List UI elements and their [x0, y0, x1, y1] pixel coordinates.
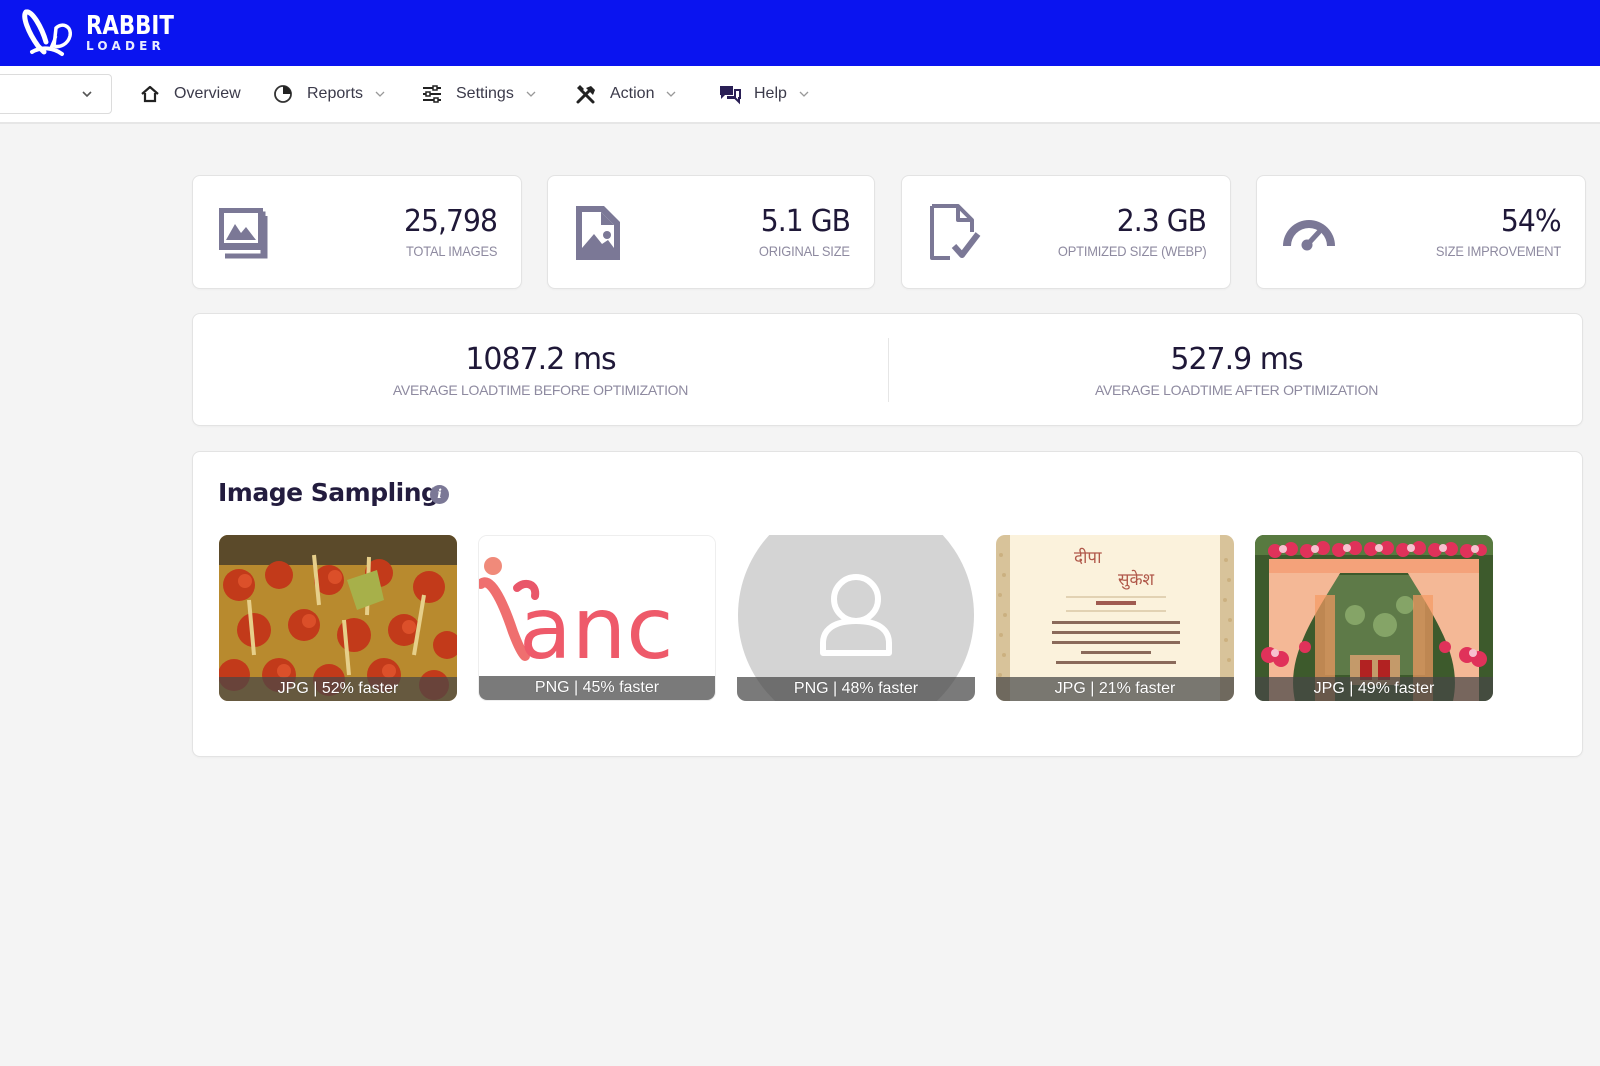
rabbit-loader-logo[interactable]: RABBIT LOADER	[20, 6, 193, 58]
top-brand-bar: RABBIT LOADER	[0, 0, 1600, 66]
nav-settings-label: Settings	[456, 85, 514, 102]
site-select-dropdown[interactable]	[0, 74, 112, 114]
loadtime-before-label: AVERAGE LOADTIME BEFORE OPTIMIZATION	[392, 382, 689, 398]
svg-text:anc: anc	[519, 579, 674, 679]
sample-image-3[interactable]: PNG | 48% faster	[737, 535, 975, 701]
loadtime-after: 527.9 ms AVERAGE LOADTIME AFTER OPTIMIZA…	[889, 314, 1584, 427]
invitation-name-1: दीपा	[1074, 547, 1102, 568]
sample-image-5[interactable]: JPG | 49% faster	[1255, 535, 1493, 701]
chevron-down-icon	[666, 90, 676, 98]
nav-overview[interactable]: Overview	[138, 80, 241, 108]
file-check-icon	[924, 202, 984, 262]
nav-action[interactable]: Action	[574, 80, 676, 108]
sliders-icon	[420, 82, 444, 106]
image-caption: JPG | 21% faster	[996, 677, 1234, 701]
image-file-icon	[570, 202, 630, 262]
nav-reports-label: Reports	[307, 85, 364, 102]
logo-text-loader: LOADER	[86, 38, 165, 53]
chevron-down-icon	[799, 90, 809, 98]
invitation-name-2: सुकेश	[1118, 569, 1155, 590]
gauge-icon	[1279, 202, 1339, 262]
rabbit-ears-icon	[22, 9, 72, 56]
chat-icon	[718, 82, 742, 106]
stat-card-original-size: 5.1 GB ORIGINAL SIZE	[547, 175, 875, 289]
nav-overview-label: Overview	[174, 85, 241, 102]
image-caption: PNG | 45% faster	[479, 676, 715, 700]
main-nav: Overview Reports Settings Action Help	[0, 66, 1600, 124]
image-sampling-card: Image Sampling i JPG | 52% faster anc PN…	[192, 451, 1583, 757]
stat-label: SIZE IMPROVEMENT	[1435, 243, 1561, 259]
sample-image-2[interactable]: anc PNG | 45% faster	[478, 535, 716, 701]
nav-help[interactable]: Help	[718, 80, 809, 108]
images-icon	[215, 202, 275, 262]
loadtime-before-value: 1087.2 ms	[465, 342, 616, 377]
stat-label: OPTIMIZED SIZE (WEBP)	[1057, 243, 1206, 259]
section-title: Image Sampling	[218, 478, 439, 507]
nav-settings[interactable]: Settings	[420, 80, 536, 108]
sample-image-1[interactable]: JPG | 52% faster	[219, 535, 457, 701]
stat-value: 25,798	[403, 204, 498, 239]
pie-chart-icon	[271, 82, 295, 106]
chevron-down-icon	[526, 90, 536, 98]
loadtime-card: 1087.2 ms AVERAGE LOADTIME BEFORE OPTIMI…	[192, 313, 1583, 426]
logo-text-rabbit: RABBIT	[86, 10, 174, 41]
sample-image-4[interactable]: दीपा सुकेश JPG | 21% faster	[996, 535, 1234, 701]
stat-card-total-images: 25,798 TOTAL IMAGES	[192, 175, 522, 289]
stat-label: ORIGINAL SIZE	[759, 243, 850, 259]
image-caption: JPG | 49% faster	[1255, 677, 1493, 701]
nav-help-label: Help	[754, 85, 787, 102]
nav-action-label: Action	[610, 85, 655, 102]
nav-reports[interactable]: Reports	[271, 80, 385, 108]
chevron-down-icon	[81, 87, 93, 105]
tools-icon	[574, 82, 598, 106]
home-icon	[138, 82, 162, 106]
stat-value: 5.1 GB	[760, 204, 851, 239]
loadtime-after-value: 527.9 ms	[1170, 342, 1303, 377]
info-icon[interactable]: i	[430, 485, 449, 504]
stat-value: 2.3 GB	[1116, 204, 1207, 239]
stat-card-optimized-size: 2.3 GB OPTIMIZED SIZE (WEBP)	[901, 175, 1231, 289]
image-caption: JPG | 52% faster	[219, 677, 457, 701]
stat-label: TOTAL IMAGES	[405, 243, 498, 259]
image-caption: PNG | 48% faster	[737, 677, 975, 701]
stat-value: 54%	[1501, 204, 1562, 239]
loadtime-after-label: AVERAGE LOADTIME AFTER OPTIMIZATION	[1094, 382, 1378, 398]
stat-card-size-improvement: 54% SIZE IMPROVEMENT	[1256, 175, 1586, 289]
chevron-down-icon	[375, 90, 385, 98]
loadtime-before: 1087.2 ms AVERAGE LOADTIME BEFORE OPTIMI…	[193, 314, 888, 427]
